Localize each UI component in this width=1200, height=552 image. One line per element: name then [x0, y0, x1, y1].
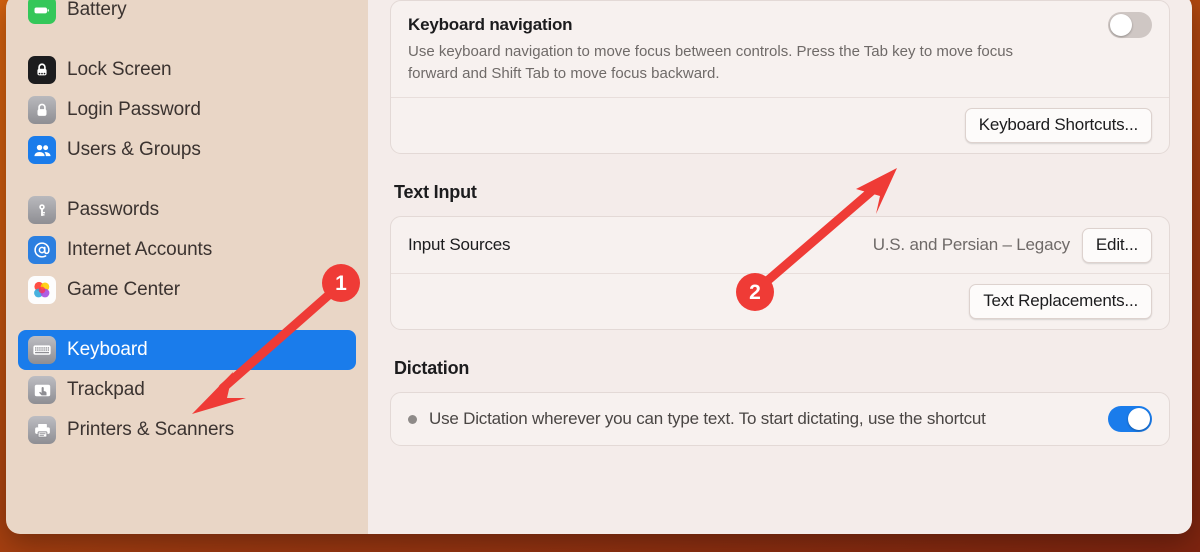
keyboard-icon	[28, 336, 56, 364]
desktop-background: Battery Lock Screen Login Password Users…	[0, 0, 1200, 552]
dictation-toggle[interactable]	[1108, 406, 1152, 433]
key-icon	[28, 196, 56, 224]
sidebar-item-lock-screen[interactable]: Lock Screen	[18, 50, 356, 90]
sidebar-item-label: Passwords	[67, 199, 160, 220]
input-sources-label: Input Sources	[408, 235, 511, 255]
dictation-row: Use Dictation wherever you can type text…	[391, 393, 1169, 445]
sidebar-group-hardware: Keyboard Trackpad Printers & Scanners	[18, 330, 356, 450]
sidebar-separator	[18, 170, 356, 190]
keyboard-navigation-description: Use keyboard navigation to move focus be…	[408, 43, 1014, 83]
system-settings-window: Battery Lock Screen Login Password Users…	[6, 0, 1192, 534]
dictation-bullet-icon	[408, 414, 417, 424]
keyboard-shortcuts-button[interactable]: Keyboard Shortcuts...	[964, 108, 1152, 144]
game-center-icon	[28, 276, 56, 304]
sidebar-item-label: Login Password	[67, 99, 201, 120]
sidebar-item-label: Trackpad	[67, 379, 145, 400]
text-input-heading: Text Input	[394, 182, 477, 203]
keyboard-navigation-toggle[interactable]	[1108, 12, 1152, 38]
sidebar-item-users-groups[interactable]: Users & Groups	[18, 130, 356, 170]
toggle-knob	[1110, 14, 1132, 36]
sidebar-item-label: Lock Screen	[67, 59, 172, 80]
sidebar-item-login-password[interactable]: Login Password	[18, 90, 356, 130]
settings-content-pane: Keyboard navigation Use keyboard navigat…	[368, 0, 1192, 534]
sidebar-item-label: Printers & Scanners	[67, 419, 235, 440]
sidebar-item-label: Keyboard	[67, 339, 148, 360]
keyboard-navigation-row: Keyboard navigation	[391, 1, 1169, 41]
at-sign-icon	[28, 236, 56, 264]
sidebar-item-label: Internet Accounts	[67, 239, 213, 260]
sidebar-group-accounts: Passwords Internet Accounts Game Center	[18, 190, 356, 310]
text-input-card: Input Sources U.S. and Persian – Legacy …	[390, 216, 1170, 331]
sidebar-item-game-center[interactable]: Game Center	[18, 270, 356, 310]
sidebar-group-security: Lock Screen Login Password Users & Group…	[18, 50, 356, 170]
keyboard-navigation-card: Keyboard navigation Use keyboard navigat…	[390, 0, 1170, 155]
sidebar-group-battery: Battery	[18, 0, 356, 30]
sidebar-item-printers-scanners[interactable]: Printers & Scanners	[18, 410, 356, 450]
users-icon	[28, 136, 56, 164]
sidebar-item-battery[interactable]: Battery	[18, 0, 356, 30]
dictation-description: Use Dictation wherever you can type text…	[429, 409, 986, 429]
dictation-heading: Dictation	[394, 358, 470, 379]
input-sources-value: U.S. and Persian – Legacy	[872, 235, 1070, 255]
text-replacements-row: Text Replacements...	[391, 273, 1169, 329]
text-replacements-button[interactable]: Text Replacements...	[969, 284, 1152, 320]
sidebar-item-internet-accounts[interactable]: Internet Accounts	[18, 230, 356, 270]
toggle-knob	[1128, 408, 1150, 431]
dictation-card: Use Dictation wherever you can type text…	[390, 392, 1170, 447]
trackpad-icon	[28, 376, 56, 404]
sidebar-item-label: Game Center	[67, 279, 180, 300]
sidebar-separator	[18, 310, 356, 330]
sidebar-item-keyboard[interactable]: Keyboard	[18, 330, 356, 370]
printer-icon	[28, 416, 56, 444]
battery-icon	[28, 0, 56, 24]
keyboard-shortcuts-row: Keyboard Shortcuts...	[391, 97, 1169, 153]
sidebar-item-trackpad[interactable]: Trackpad	[18, 370, 356, 410]
sidebar-separator	[18, 30, 356, 50]
settings-sidebar[interactable]: Battery Lock Screen Login Password Users…	[6, 0, 368, 534]
sidebar-item-label: Battery	[67, 0, 127, 20]
lock-icon	[28, 56, 56, 84]
keyboard-navigation-title: Keyboard navigation	[408, 15, 573, 34]
sidebar-item-passwords[interactable]: Passwords	[18, 190, 356, 230]
input-sources-row: Input Sources U.S. and Persian – Legacy …	[391, 217, 1169, 273]
padlock-icon	[28, 96, 56, 124]
edit-input-sources-button[interactable]: Edit...	[1081, 227, 1152, 263]
sidebar-item-label: Users & Groups	[67, 139, 201, 160]
